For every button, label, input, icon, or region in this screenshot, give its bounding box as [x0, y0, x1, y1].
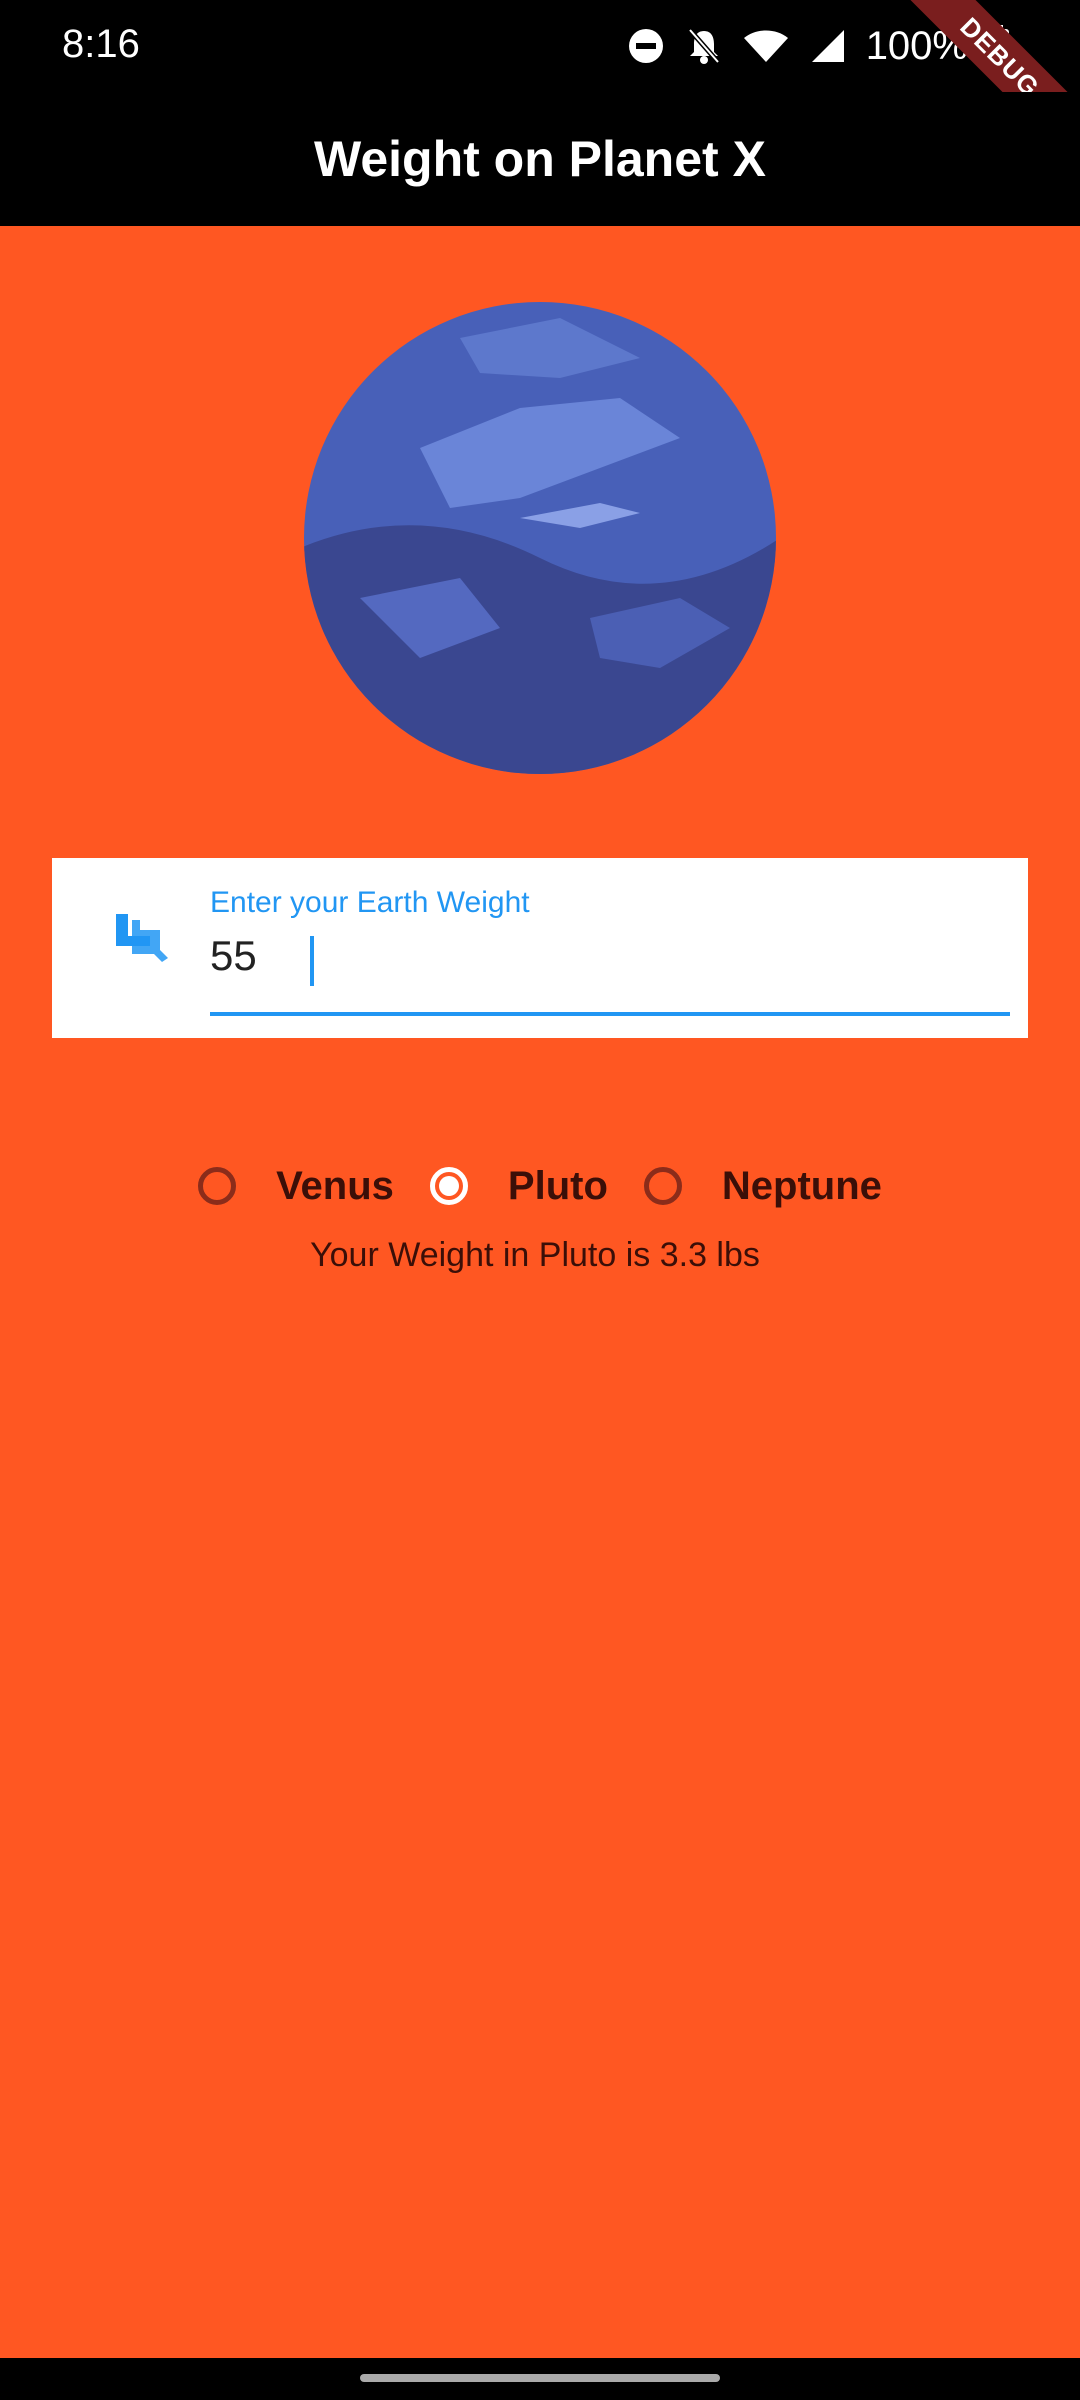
- radio-label-neptune[interactable]: Neptune: [722, 1164, 882, 1209]
- earth-weight-label: Enter your Earth Weight: [210, 886, 530, 919]
- radio-button-pluto[interactable]: [429, 1167, 468, 1205]
- navigation-bar: [0, 2358, 1080, 2400]
- earth-weight-card: Enter your Earth Weight: [52, 858, 1028, 1038]
- radio-option-venus[interactable]: Venus: [198, 1164, 394, 1209]
- radio-button-venus[interactable]: [198, 1167, 237, 1205]
- app-bar: Weight on Planet X: [0, 92, 1080, 226]
- radio-label-pluto[interactable]: Pluto: [508, 1164, 608, 1209]
- signal-icon: [811, 30, 844, 62]
- weight-icon: [116, 914, 168, 962]
- planet-radio-group: Venus Pluto Neptune: [0, 1146, 1080, 1226]
- main-content: Enter your Earth Weight Venus Pluto Nept…: [0, 226, 1080, 2358]
- text-cursor: [310, 936, 314, 986]
- input-underline: [210, 1012, 1010, 1016]
- radio-option-pluto[interactable]: Pluto: [429, 1164, 608, 1209]
- radio-option-neptune[interactable]: Neptune: [643, 1164, 882, 1209]
- earth-weight-input[interactable]: [210, 926, 1000, 986]
- status-bar: 8:16 100% DEBUG: [0, 0, 1080, 180]
- bell-off-icon: [687, 28, 720, 64]
- dnd-icon: [628, 29, 663, 63]
- page-title: Weight on Planet X: [314, 131, 766, 187]
- radio-label-venus[interactable]: Venus: [276, 1164, 394, 1209]
- home-indicator[interactable]: [360, 2374, 720, 2382]
- weight-result: Your Weight in Pluto is 3.3 lbs: [310, 1236, 760, 1274]
- planet-image: [304, 302, 776, 774]
- radio-button-neptune[interactable]: [643, 1167, 682, 1205]
- wifi-icon: [743, 30, 788, 62]
- status-time: 8:16: [62, 22, 140, 66]
